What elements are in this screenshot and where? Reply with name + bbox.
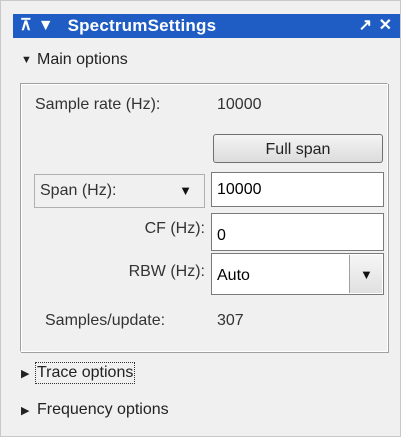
- collapsed-triangle-icon: ▶: [21, 367, 30, 380]
- maximize-icon[interactable]: ↗: [359, 14, 372, 38]
- rbw-selected-value: Auto: [217, 267, 250, 284]
- collapse-icon[interactable]: ▼: [38, 14, 54, 38]
- rbw-label: RBW (Hz):: [128, 263, 205, 280]
- sample-rate-label: Sample rate (Hz):: [35, 96, 161, 113]
- frequency-options-header[interactable]: ▶ Frequency options: [21, 401, 169, 419]
- sample-rate-value: 10000: [217, 96, 262, 113]
- span-input[interactable]: 10000: [211, 172, 384, 207]
- undock-icon[interactable]: ⊼: [20, 14, 32, 38]
- span-mode-selected: Span (Hz):: [40, 182, 117, 199]
- chevron-down-icon: ▼: [360, 267, 373, 282]
- trace-options-header[interactable]: ▶ Trace options: [21, 362, 136, 384]
- expanded-triangle-icon: ▼: [21, 54, 32, 66]
- main-options-label: Main options: [37, 51, 128, 68]
- span-mode-dropdown[interactable]: Span (Hz): ▼: [34, 174, 205, 208]
- cf-label: CF (Hz):: [144, 220, 205, 237]
- samples-update-value: 307: [217, 312, 244, 329]
- frequency-options-label: Frequency options: [37, 401, 169, 418]
- collapsed-triangle-icon: ▶: [21, 404, 30, 417]
- full-span-button[interactable]: Full span: [213, 134, 383, 163]
- trace-options-label: Trace options: [34, 362, 136, 384]
- title-bar: ⊼ ▼ SpectrumSettings ↗ ✕: [13, 14, 400, 38]
- rbw-dropdown-button[interactable]: ▼: [349, 255, 382, 293]
- main-options-header[interactable]: ▼ Main options: [21, 51, 128, 69]
- panel-title: SpectrumSettings: [67, 16, 217, 35]
- close-icon[interactable]: ✕: [379, 14, 392, 38]
- cf-input[interactable]: 0: [211, 213, 384, 251]
- chevron-down-icon: ▼: [179, 183, 192, 198]
- spectrum-settings-panel: ⊼ ▼ SpectrumSettings ↗ ✕ ▼ Main options …: [0, 0, 401, 437]
- samples-update-label: Samples/update:: [45, 312, 166, 329]
- rbw-select[interactable]: Auto ▼: [211, 253, 384, 295]
